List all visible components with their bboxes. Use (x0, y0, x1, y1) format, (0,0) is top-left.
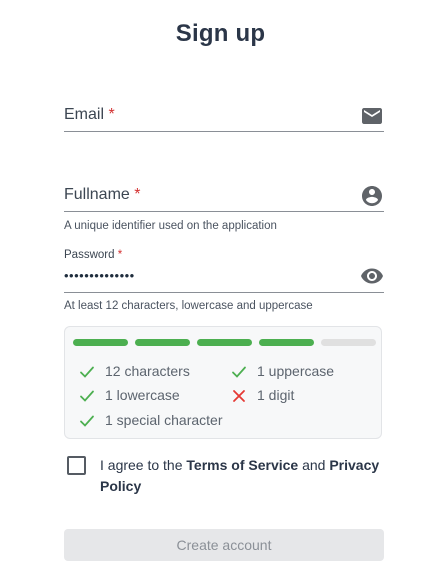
strength-segment (321, 339, 376, 346)
requirement-text: 1 special character (105, 412, 223, 428)
required-mark: * (134, 186, 141, 203)
check-icon (232, 366, 246, 378)
required-mark: * (108, 106, 115, 123)
email-label: Email (64, 106, 105, 123)
password-helper-text: At least 12 characters, lowercase and up… (64, 300, 313, 312)
terms-text: I agree to the Terms of Service and Priv… (100, 455, 390, 497)
fullname-label: Fullname (64, 186, 130, 203)
requirement-text: 1 digit (257, 387, 295, 403)
check-icon (80, 366, 94, 378)
password-strength-panel: 12 characters 1 uppercase 1 lowercase 1 dig… (64, 326, 382, 439)
strength-segment (259, 339, 314, 346)
account-circle-icon (362, 186, 382, 206)
terms-of-service-link[interactable]: Terms of Service (186, 457, 298, 473)
fullname-helper-text: A unique identifier used on the applicat… (64, 220, 277, 232)
password-input[interactable]: •••••••••••••• (64, 268, 135, 283)
check-icon (80, 390, 94, 402)
password-label: Password (64, 249, 115, 261)
fullname-field[interactable]: Fullname * (64, 180, 384, 213)
requirement-text: 1 uppercase (257, 363, 335, 379)
check-icon (80, 415, 94, 427)
create-account-button[interactable]: Create account (64, 529, 384, 561)
terms-checkbox[interactable] (67, 456, 86, 475)
password-underline (64, 292, 384, 293)
strength-segment (197, 339, 252, 346)
page-title: Sign up (175, 20, 266, 47)
terms-and: and (298, 457, 330, 473)
requirement-text: 1 lowercase (105, 387, 180, 403)
mail-icon (362, 108, 382, 124)
strength-segment (73, 339, 128, 346)
strength-segment (135, 339, 190, 346)
terms-prefix: I agree to the (100, 457, 187, 473)
email-underline (64, 131, 384, 132)
requirement-text: 12 characters (105, 363, 190, 379)
required-mark: * (117, 249, 123, 261)
cross-icon (233, 390, 245, 402)
password-field[interactable]: •••••••••••••• (64, 264, 384, 294)
email-field[interactable]: Email * (64, 100, 384, 133)
eye-icon[interactable] (360, 264, 384, 288)
fullname-underline (64, 211, 384, 212)
